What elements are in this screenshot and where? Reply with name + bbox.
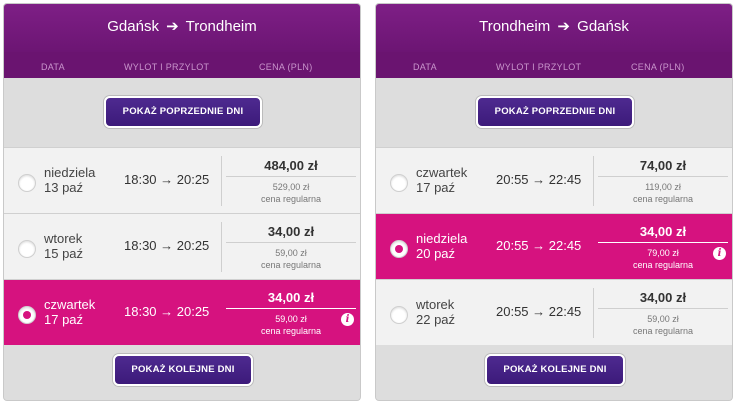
flight-price: 34,00 zł (639, 224, 687, 239)
flight-date: 13 paź (44, 180, 84, 195)
regular-price: 529,00 zł (272, 182, 310, 192)
column-times: WYLOT I PRZYLOT (124, 62, 210, 72)
price-divider (598, 176, 728, 177)
flight-times: 20:55 → 22:45 (496, 238, 582, 253)
price-box: 74,00 zł 119,00 zł cena regularna (594, 148, 732, 214)
flight-radio[interactable] (390, 306, 408, 324)
column-times: WYLOT I PRZYLOT (496, 62, 582, 72)
column-price: CENA (PLN) (631, 62, 685, 72)
price-box: 34,00 zł 59,00 zł cena regularna (222, 280, 360, 346)
flight-row-selected[interactable]: niedziela 20 paź 20:55 → 22:45 34,00 zł … (376, 213, 732, 279)
regular-price-label: cena regularna (260, 326, 322, 336)
regular-price-label: cena regularna (632, 194, 694, 204)
destination-city: Gdańsk (577, 18, 629, 35)
column-price: CENA (PLN) (259, 62, 313, 72)
flight-row[interactable]: wtorek 22 paź 20:55 → 22:45 34,00 zł 59,… (376, 279, 732, 345)
column-headers: DATA WYLOT I PRZYLOT CENA (PLN) (376, 52, 732, 78)
show-next-days-button[interactable]: POKAŻ KOLEJNE DNI (113, 354, 253, 386)
show-previous-days-button[interactable]: POKAŻ POPRZEDNIE DNI (104, 96, 262, 128)
flight-row[interactable]: niedziela 13 paź 18:30 → 20:25 484,00 zł… (4, 147, 360, 213)
column-headers: DATA WYLOT I PRZYLOT CENA (PLN) (4, 52, 360, 78)
flight-day: czwartek (416, 165, 468, 180)
flight-price: 34,00 zł (267, 224, 315, 239)
flight-row[interactable]: czwartek 17 paź 20:55 → 22:45 74,00 zł 1… (376, 147, 732, 213)
regular-price: 79,00 zł (647, 248, 679, 258)
origin-city: Trondheim (479, 18, 551, 35)
flight-date: 15 paź (44, 246, 84, 261)
flight-day: niedziela (44, 165, 96, 180)
route-arrow-icon: ➔ (166, 18, 179, 35)
route-header: Trondheim ➔ Gdańsk (376, 4, 732, 52)
flight-radio[interactable] (390, 240, 408, 258)
flight-radio[interactable] (390, 174, 408, 192)
column-date: DATA (41, 62, 65, 72)
flight-row[interactable]: wtorek 15 paź 18:30 → 20:25 34,00 zł 59,… (4, 213, 360, 279)
flight-day: czwartek (44, 297, 96, 312)
flight-price: 484,00 zł (264, 158, 318, 173)
origin-city: Gdańsk (107, 18, 159, 35)
regular-price-label: cena regularna (632, 326, 694, 336)
flight-times: 18:30 → 20:25 (124, 172, 210, 187)
info-icon[interactable]: i (341, 313, 354, 326)
price-divider (226, 308, 356, 309)
regular-price: 59,00 zł (275, 248, 307, 258)
info-icon[interactable]: i (713, 247, 726, 260)
regular-price: 59,00 zł (275, 314, 307, 324)
return-panel: Trondheim ➔ Gdańsk DATA WYLOT I PRZYLOT … (375, 3, 733, 401)
regular-price-label: cena regularna (632, 260, 694, 270)
flight-date: 20 paź (416, 246, 456, 261)
flight-row-selected[interactable]: czwartek 17 paź 18:30 → 20:25 34,00 zł 5… (4, 279, 360, 345)
price-divider (598, 242, 728, 243)
flight-times: 18:30 → 20:25 (124, 238, 210, 253)
show-next-days-button[interactable]: POKAŻ KOLEJNE DNI (485, 354, 625, 386)
price-box: 34,00 zł 59,00 zł cena regularna (222, 214, 360, 280)
flight-times: 18:30 → 20:25 (124, 304, 210, 319)
flight-day: niedziela (416, 231, 468, 246)
flight-price: 74,00 zł (639, 158, 687, 173)
price-box: 484,00 zł 529,00 zł cena regularna (222, 148, 360, 214)
regular-price-label: cena regularna (260, 194, 322, 204)
price-box: 34,00 zł 59,00 zł cena regularna (594, 280, 732, 346)
price-divider (226, 242, 356, 243)
flight-price: 34,00 zł (639, 290, 687, 305)
flight-radio[interactable] (18, 174, 36, 192)
flight-times: 20:55 → 22:45 (496, 304, 582, 319)
route-arrow-icon: ➔ (557, 18, 570, 35)
price-divider (226, 176, 356, 177)
regular-price: 59,00 zł (647, 314, 679, 324)
flight-date: 17 paź (416, 180, 456, 195)
column-date: DATA (413, 62, 437, 72)
flight-price: 34,00 zł (267, 290, 315, 305)
route-header: Gdańsk ➔ Trondheim (4, 4, 360, 52)
flight-day: wtorek (416, 297, 455, 312)
flight-date: 22 paź (416, 312, 456, 327)
regular-price: 119,00 zł (645, 182, 681, 192)
show-previous-days-button[interactable]: POKAŻ POPRZEDNIE DNI (476, 96, 634, 128)
price-divider (598, 308, 728, 309)
flight-radio[interactable] (18, 240, 36, 258)
flight-date: 17 paź (44, 312, 84, 327)
flight-times: 20:55 → 22:45 (496, 172, 582, 187)
flight-radio[interactable] (18, 306, 36, 324)
price-box: 34,00 zł 79,00 zł cena regularna (594, 214, 732, 280)
regular-price-label: cena regularna (260, 260, 322, 270)
outbound-panel: Gdańsk ➔ Trondheim DATA WYLOT I PRZYLOT … (3, 3, 361, 401)
destination-city: Trondheim (185, 18, 257, 35)
flight-day: wtorek (44, 231, 83, 246)
